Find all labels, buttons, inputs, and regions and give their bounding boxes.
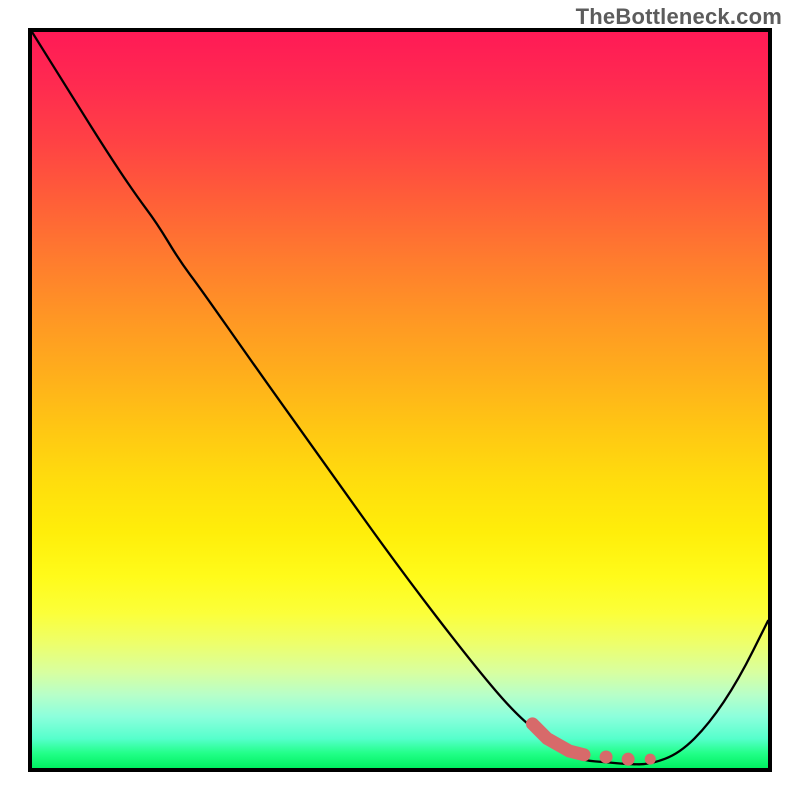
chart-frame: TheBottleneck.com <box>0 0 800 800</box>
highlight-overlay <box>32 32 768 768</box>
highlight-dot <box>622 753 635 766</box>
highlight-dot <box>645 754 656 765</box>
attribution-label: TheBottleneck.com <box>576 4 782 30</box>
highlight-main-segment <box>532 724 584 755</box>
highlight-dot <box>600 750 613 763</box>
plot-area <box>28 28 772 772</box>
